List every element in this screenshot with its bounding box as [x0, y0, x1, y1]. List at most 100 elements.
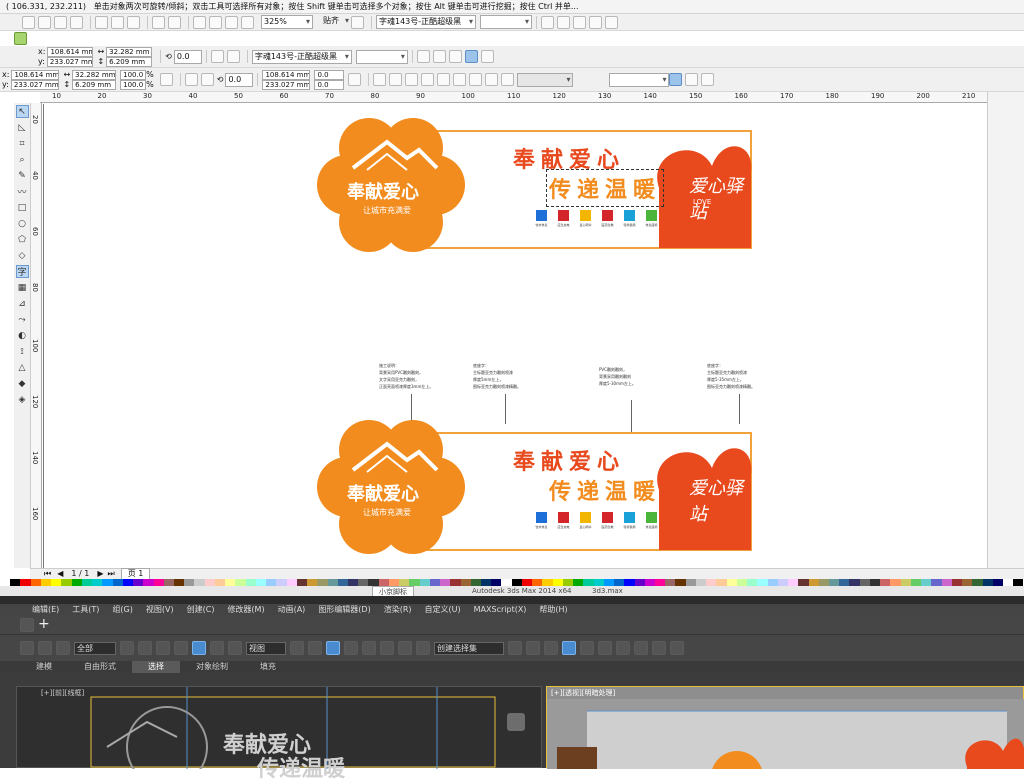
select-by-name-icon[interactable]	[138, 641, 152, 655]
color-swatch[interactable]	[92, 579, 103, 586]
color-swatch[interactable]	[245, 579, 256, 586]
paste-icon[interactable]	[127, 15, 140, 29]
color-swatch[interactable]	[921, 579, 932, 586]
to-back-icon[interactable]	[389, 73, 403, 86]
font-list[interactable]: 字魂143号-正酷超级黑	[251, 49, 352, 64]
next-page-button[interactable]: ▶	[97, 569, 103, 579]
redo-icon[interactable]	[168, 15, 181, 29]
color-swatch[interactable]	[450, 579, 461, 586]
max-app-icon[interactable]	[20, 617, 34, 632]
color-swatch[interactable]	[614, 579, 625, 586]
rotate-icon-max[interactable]	[210, 641, 224, 655]
color-eyedropper-icon[interactable]	[685, 73, 699, 86]
link-icon[interactable]	[20, 641, 34, 655]
color-swatch[interactable]	[481, 579, 492, 586]
color-swatch[interactable]	[695, 579, 707, 586]
intersect-icon[interactable]	[469, 73, 483, 86]
color-swatch[interactable]	[194, 579, 205, 586]
color-swatch[interactable]	[399, 579, 410, 586]
percent-snap-icon[interactable]	[380, 641, 394, 655]
polygon-tool-icon[interactable]: ⬠	[16, 233, 29, 246]
color-swatch[interactable]	[849, 579, 860, 586]
max-menu-item[interactable]: 渲染(R)	[384, 604, 412, 615]
ref-coord-select[interactable]: 视图	[246, 641, 286, 655]
color-swatch[interactable]	[61, 579, 72, 586]
color-swatch[interactable]	[388, 579, 400, 586]
text-columns-icon[interactable]	[480, 50, 494, 63]
color-swatch[interactable]	[655, 579, 666, 586]
color-swatch[interactable]	[716, 579, 727, 586]
color-swatch[interactable]	[143, 579, 154, 586]
to-front-icon[interactable]	[373, 73, 387, 86]
ellipse-tool-icon[interactable]: ○	[16, 217, 29, 230]
viewport-front[interactable]: [+][前][线框] 奉献爱心 传递温暖	[16, 686, 542, 783]
selection-filter[interactable]: 全部	[74, 641, 116, 655]
schematic-view-icon[interactable]	[598, 641, 612, 655]
max-menu-item[interactable]: 工具(T)	[72, 604, 99, 615]
color-swatch[interactable]	[378, 579, 389, 586]
cut-icon[interactable]	[95, 15, 108, 29]
blend-tool-icon[interactable]: ◐	[16, 329, 29, 342]
color-swatch[interactable]	[409, 579, 420, 586]
color-swatch[interactable]	[30, 579, 41, 586]
color-swatch[interactable]	[992, 579, 1003, 586]
vertical-scrollbar[interactable]	[987, 92, 1024, 568]
snap-select[interactable]: 贴齐	[321, 15, 351, 29]
color-swatch[interactable]	[153, 579, 164, 586]
color-swatch[interactable]	[204, 579, 215, 586]
color-swatch[interactable]	[419, 579, 430, 586]
center-y-field[interactable]: 233.027 mm	[262, 79, 311, 90]
artistic-media-icon[interactable]: 〰	[16, 185, 29, 198]
lock-ratio-icon[interactable]	[159, 73, 173, 86]
color-swatch[interactable]	[1013, 579, 1024, 586]
center-x-field[interactable]: 108.614 mm	[262, 69, 311, 80]
color-swatch[interactable]	[368, 579, 379, 586]
style-select[interactable]	[609, 72, 670, 87]
publish-icon[interactable]	[225, 15, 238, 29]
color-swatch[interactable]	[71, 579, 82, 586]
color-swatch[interactable]	[337, 579, 348, 586]
color-swatch[interactable]	[931, 579, 942, 586]
color-swatch[interactable]	[634, 579, 645, 586]
color-swatch[interactable]	[440, 579, 451, 586]
weld-icon[interactable]	[437, 73, 451, 86]
width-field-2[interactable]: 32.282 mm	[72, 69, 117, 80]
open-icon[interactable]	[38, 15, 51, 29]
max-menu-item[interactable]: 帮助(H)	[539, 604, 567, 615]
mirror-h-icon[interactable]	[210, 50, 224, 63]
save-icon[interactable]	[54, 15, 67, 29]
color-swatch[interactable]	[184, 579, 195, 586]
connector-tool-icon[interactable]: ⤳	[16, 313, 29, 326]
combine-icon[interactable]	[405, 73, 419, 86]
scale-icon[interactable]	[228, 641, 242, 655]
color-swatch[interactable]	[317, 579, 328, 586]
color-swatch[interactable]	[941, 579, 952, 586]
graphite-tools-icon[interactable]	[562, 641, 576, 655]
color-swap-icon[interactable]	[701, 73, 715, 86]
drawing-canvas[interactable]: 奉献爱心 让城市充满爱 奉献爱心 传递温暖 爱心驿站 LOVE 饮水休息 应急充电…	[43, 104, 987, 568]
layer-manager-icon[interactable]	[544, 641, 558, 655]
signboard-design-top[interactable]: 奉献爱心 让城市充满爱 奉献爱心 传递温暖 爱心驿站 LOVE 饮水休息 应急充电…	[317, 112, 753, 260]
color-swatch[interactable]	[358, 579, 369, 586]
basic-shapes-icon[interactable]: ◇	[16, 249, 29, 262]
max-ribbon-tab[interactable]: 填充	[244, 661, 292, 673]
max-menu-item[interactable]: 图形编辑器(D)	[318, 604, 370, 615]
y-field-2[interactable]: 233.027 mm	[10, 79, 59, 90]
align-icon-max[interactable]	[526, 641, 540, 655]
color-swatch[interactable]	[603, 579, 615, 586]
unlink-icon[interactable]	[38, 641, 52, 655]
color-swatch[interactable]	[327, 579, 338, 586]
color-swatch[interactable]	[788, 579, 799, 586]
scale-x-field[interactable]: 100.0	[120, 69, 147, 80]
trim-icon[interactable]	[453, 73, 467, 86]
color-swatch[interactable]	[910, 579, 922, 586]
eyedropper-tool-icon[interactable]: ⟟	[16, 345, 29, 358]
fill-tool-icon[interactable]: ◆	[16, 377, 29, 390]
color-swatch[interactable]	[880, 579, 891, 586]
color-swatch[interactable]	[777, 579, 789, 586]
color-swatch[interactable]	[532, 579, 543, 586]
skew-y-field[interactable]: 0.0	[314, 79, 345, 90]
color-swatch[interactable]	[0, 579, 11, 586]
edit-named-sets-icon[interactable]	[416, 641, 430, 655]
color-swatch[interactable]	[133, 579, 144, 586]
